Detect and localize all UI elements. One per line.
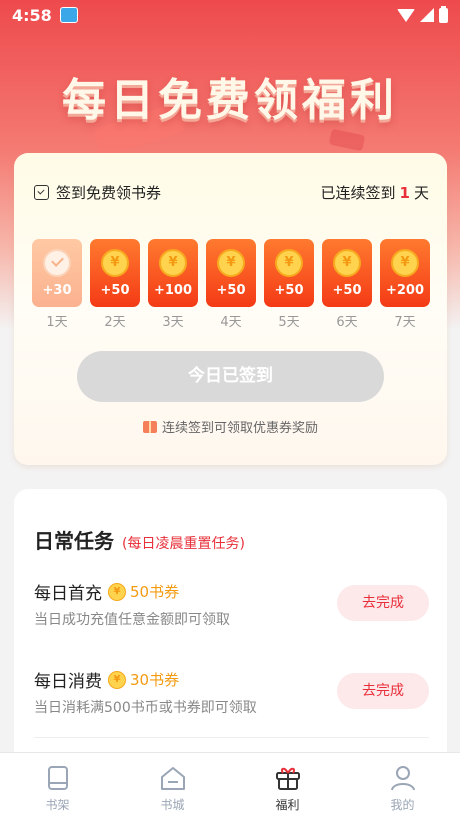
task-name: 每日消费 xyxy=(34,672,102,692)
task-reward: 30书券 xyxy=(130,671,180,689)
coin-icon: ¥ xyxy=(108,582,126,601)
coin-icon: ¥ xyxy=(391,249,419,277)
day-reward-tile: ¥ +50 xyxy=(322,239,372,307)
day-label: 7天 xyxy=(394,315,416,330)
battery-icon xyxy=(439,5,448,23)
bookstore-icon xyxy=(160,767,185,790)
task-reward: 50书券 xyxy=(130,583,180,601)
coin-icon: ¥ xyxy=(108,670,126,689)
streak-days: 1 xyxy=(399,183,410,202)
nav-label: 福利 xyxy=(275,798,300,812)
daily-tasks-card: 日常任务 (每日凌晨重置任务) 每日首充 ¥ 50书券 当日成功充值任意金额即可… xyxy=(14,489,447,769)
reward-tip: 连续签到可领取优惠券奖励 xyxy=(14,417,447,436)
day-amount: +50 xyxy=(332,283,362,298)
status-indicators xyxy=(397,5,448,23)
task-description: 当日成功充值任意金额即可领取 xyxy=(34,612,230,628)
day-label: 4天 xyxy=(220,315,242,330)
task-name-row: 每日首充 ¥ 50书券 xyxy=(34,579,179,604)
bottom-nav: 书架 书城 福利 我的 xyxy=(0,752,460,818)
nav-label: 书城 xyxy=(160,798,185,812)
coin-icon: ¥ xyxy=(159,249,187,277)
nav-label: 我的 xyxy=(390,798,415,812)
day-reward-tile: ¥ +100 xyxy=(148,239,198,307)
day-amount: +50 xyxy=(100,283,130,298)
signin-day-3: ¥ +100 3天 xyxy=(148,239,198,331)
task-name: 每日首充 xyxy=(34,584,102,604)
status-time: 4:58 xyxy=(12,5,52,25)
streak-prefix: 已连续签到 xyxy=(320,183,396,202)
hero-title: 每日免费领福利 xyxy=(62,75,398,126)
day-amount: +30 xyxy=(42,283,72,298)
signin-day-5: ¥ +50 5天 xyxy=(264,239,314,331)
wifi-icon xyxy=(397,8,415,22)
streak-counter: 已连续签到 1 天 xyxy=(321,182,429,203)
day-label: 3天 xyxy=(162,315,184,330)
signin-header: 签到免费领书券 已连续签到 1 天 xyxy=(34,181,429,203)
day-amount: +100 xyxy=(153,283,193,298)
nav-item-profile[interactable]: 我的 xyxy=(345,753,460,818)
calendar-check-icon xyxy=(34,184,49,200)
task-name-row: 每日消费 ¥ 30书券 xyxy=(34,667,179,692)
status-bar: 4:58 xyxy=(0,0,460,30)
divider xyxy=(34,737,429,738)
coin-icon: ¥ xyxy=(275,249,303,277)
tasks-title: 日常任务 xyxy=(34,529,114,553)
nav-item-bookshelf[interactable]: 书架 xyxy=(0,753,115,818)
tasks-subtitle: (每日凌晨重置任务) xyxy=(122,536,245,552)
day-reward-tile: ¥ +50 xyxy=(90,239,140,307)
app-notification-icon xyxy=(59,7,78,23)
signin-day-2: ¥ +50 2天 xyxy=(90,239,140,331)
task-item: 每日消费 ¥ 30书券 当日消耗满500书币或书券即可领取 去完成 xyxy=(34,667,429,723)
signin-day-1: +30 1天 xyxy=(32,239,82,331)
profile-icon xyxy=(390,766,415,791)
day-reward-tile: ¥ +50 xyxy=(206,239,256,307)
day-label: 5天 xyxy=(278,315,300,330)
coin-icon: ¥ xyxy=(217,249,245,277)
nav-item-bookstore[interactable]: 书城 xyxy=(115,753,230,818)
hero-decoration xyxy=(328,128,366,152)
signal-icon xyxy=(420,8,434,22)
signin-day-4: ¥ +50 4天 xyxy=(206,239,256,331)
coin-icon: ¥ xyxy=(333,249,361,277)
signin-day-7: ¥ +200 7天 xyxy=(380,239,430,331)
day-label: 6天 xyxy=(336,315,358,330)
signin-button[interactable]: 今日已签到 xyxy=(77,351,384,402)
bookshelf-icon xyxy=(47,766,68,790)
nav-label: 书架 xyxy=(45,798,70,812)
day-reward-tile: ¥ +200 xyxy=(380,239,430,307)
day-amount: +50 xyxy=(274,283,304,298)
day-amount: +200 xyxy=(385,283,425,298)
signin-card: 签到免费领书券 已连续签到 1 天 +30 1天 ¥ +50 2天 ¥ +100 3天 ¥ +50 4天… xyxy=(14,153,447,465)
day-label: 2天 xyxy=(104,315,126,330)
streak-suffix: 天 xyxy=(413,183,429,202)
gift-icon xyxy=(275,767,300,790)
task-description: 当日消耗满500书币或书券即可领取 xyxy=(34,700,257,716)
day-reward-tile: ¥ +50 xyxy=(264,239,314,307)
coin-icon: ¥ xyxy=(101,249,129,277)
go-complete-button[interactable]: 去完成 xyxy=(337,673,429,709)
gift-icon xyxy=(142,421,157,433)
nav-item-welfare[interactable]: 福利 xyxy=(230,753,345,818)
day-label: 1天 xyxy=(46,315,68,330)
task-item: 每日首充 ¥ 50书券 当日成功充值任意金额即可领取 去完成 xyxy=(34,579,429,635)
signin-day-6: ¥ +50 6天 xyxy=(322,239,372,331)
day-amount: +50 xyxy=(216,283,246,298)
go-complete-button[interactable]: 去完成 xyxy=(337,585,429,621)
reward-tip-text: 连续签到可领取优惠券奖励 xyxy=(161,421,318,436)
signin-days: +30 1天 ¥ +50 2天 ¥ +100 3天 ¥ +50 4天 ¥ +50 5天 ¥ +50 6天 ¥ +20… xyxy=(32,239,432,331)
tasks-header: 日常任务 (每日凌晨重置任务) xyxy=(34,525,245,554)
day-reward-tile: +30 xyxy=(32,239,82,307)
check-icon xyxy=(43,249,71,277)
signin-header-label: 签到免费领书券 xyxy=(56,183,162,202)
